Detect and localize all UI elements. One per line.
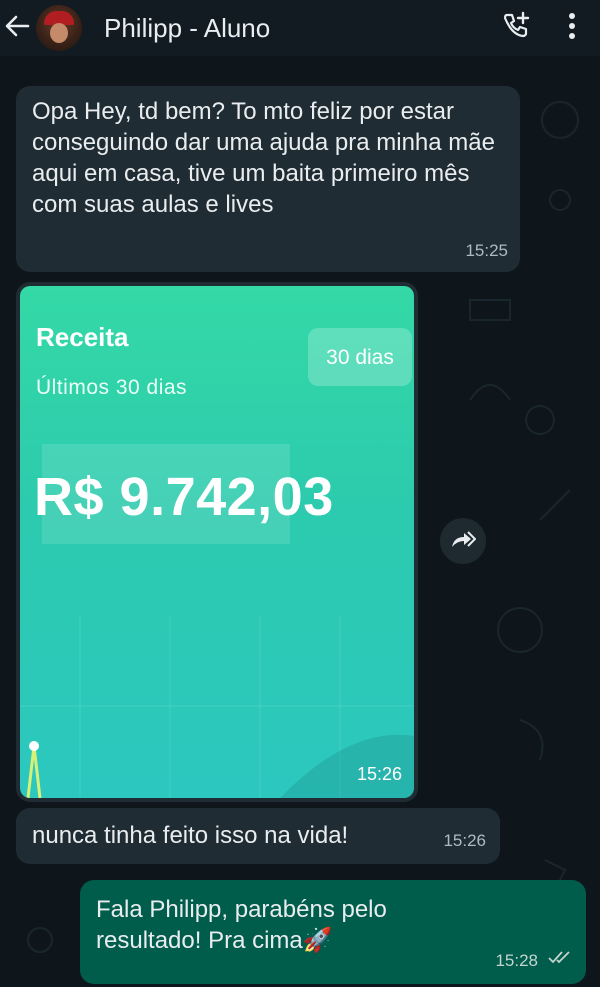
- mini-chart: [20, 616, 414, 798]
- forward-button[interactable]: [440, 518, 486, 564]
- incoming-image-message[interactable]: Receita Últimos 30 dias 30 dias R$ 9.742…: [16, 282, 418, 802]
- add-call-icon: [501, 11, 531, 46]
- message-time: 15:26: [356, 764, 402, 784]
- contact-avatar[interactable]: [36, 5, 82, 51]
- double-check-icon: [548, 941, 572, 972]
- forward-icon: [450, 529, 477, 554]
- card-title: Receita: [36, 322, 129, 352]
- arrow-left-icon: [4, 13, 30, 44]
- period-button: 30 dias: [308, 328, 412, 386]
- outgoing-message[interactable]: Fala Philipp, parabéns pelo resultado! P…: [80, 880, 586, 984]
- message-text: Fala Philipp, parabéns pelo resultado! P…: [96, 896, 387, 954]
- revenue-screenshot-card[interactable]: Receita Últimos 30 dias 30 dias R$ 9.742…: [20, 286, 414, 798]
- back-button[interactable]: [0, 0, 34, 56]
- add-call-button[interactable]: [488, 0, 544, 56]
- message-text: Opa Hey, td bem? To mto feliz por estar …: [32, 98, 495, 218]
- message-text: nunca tinha feito isso na vida!: [32, 822, 349, 849]
- more-options-button[interactable]: [544, 0, 600, 56]
- incoming-message[interactable]: Opa Hey, td bem? To mto feliz por estar …: [16, 86, 520, 272]
- contact-name[interactable]: Philipp - Aluno: [104, 13, 488, 44]
- message-time: 15:26: [443, 831, 486, 850]
- incoming-message[interactable]: nunca tinha feito isso na vida! 15:26: [16, 808, 500, 864]
- revenue-value: R$ 9.742,03: [34, 467, 334, 527]
- chat-header: Philipp - Aluno: [0, 0, 600, 56]
- message-time: 15:28: [495, 951, 538, 970]
- more-vertical-icon: [568, 12, 576, 45]
- card-subtitle: Últimos 30 dias: [36, 376, 188, 399]
- message-time: 15:25: [465, 241, 508, 260]
